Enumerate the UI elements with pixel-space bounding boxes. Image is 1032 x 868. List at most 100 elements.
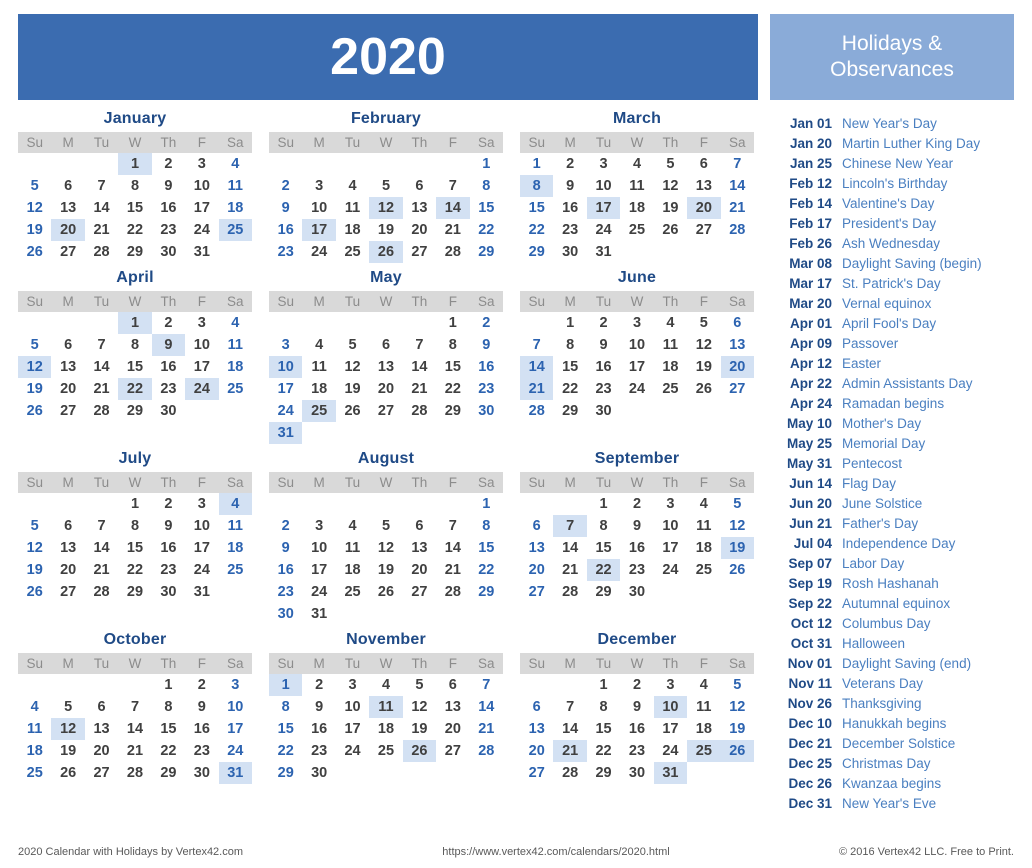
day-cell[interactable]: 21: [520, 378, 554, 400]
day-cell[interactable]: 13: [403, 197, 436, 219]
day-cell[interactable]: 7: [436, 515, 469, 537]
day-cell[interactable]: 4: [219, 153, 252, 175]
day-cell[interactable]: 27: [403, 241, 436, 263]
day-cell[interactable]: 9: [587, 334, 620, 356]
day-cell[interactable]: 20: [51, 559, 84, 581]
day-cell[interactable]: 5: [721, 493, 754, 515]
day-cell[interactable]: 8: [587, 696, 620, 718]
day-cell[interactable]: 31: [302, 603, 335, 625]
day-cell[interactable]: 30: [587, 400, 620, 422]
day-cell[interactable]: 24: [185, 378, 219, 400]
day-cell[interactable]: 12: [403, 696, 436, 718]
day-cell[interactable]: 23: [620, 740, 653, 762]
day-cell[interactable]: 16: [620, 537, 653, 559]
day-cell[interactable]: 4: [18, 696, 51, 718]
day-cell[interactable]: 7: [85, 175, 118, 197]
day-cell[interactable]: 18: [18, 740, 51, 762]
day-cell[interactable]: 25: [219, 378, 252, 400]
day-cell[interactable]: 24: [587, 219, 620, 241]
day-cell[interactable]: 28: [520, 400, 553, 422]
day-cell[interactable]: 7: [520, 334, 553, 356]
day-cell[interactable]: 9: [620, 696, 653, 718]
day-cell[interactable]: 10: [654, 515, 687, 537]
day-cell[interactable]: 11: [687, 515, 720, 537]
day-cell[interactable]: 21: [470, 718, 503, 740]
day-cell[interactable]: 3: [302, 175, 335, 197]
day-cell[interactable]: 1: [553, 312, 586, 334]
day-cell[interactable]: 5: [18, 175, 51, 197]
day-cell[interactable]: 27: [403, 581, 436, 603]
day-cell[interactable]: 3: [185, 493, 218, 515]
day-cell[interactable]: 7: [85, 515, 118, 537]
day-cell[interactable]: 31: [587, 241, 620, 263]
day-cell[interactable]: 16: [269, 559, 302, 581]
day-cell[interactable]: 28: [436, 241, 469, 263]
day-cell[interactable]: 15: [269, 718, 302, 740]
day-cell[interactable]: 27: [721, 378, 754, 400]
day-cell[interactable]: 26: [687, 378, 720, 400]
day-cell[interactable]: 1: [436, 312, 469, 334]
day-cell[interactable]: 10: [653, 696, 688, 718]
day-cell[interactable]: 19: [18, 559, 51, 581]
day-cell[interactable]: 31: [653, 762, 688, 784]
day-cell[interactable]: 16: [185, 718, 218, 740]
day-cell[interactable]: 24: [302, 241, 335, 263]
day-cell[interactable]: 5: [51, 696, 84, 718]
day-cell[interactable]: 29: [269, 762, 302, 784]
day-cell[interactable]: 13: [51, 197, 84, 219]
day-cell[interactable]: 16: [302, 718, 335, 740]
day-cell[interactable]: 20: [403, 219, 436, 241]
day-cell[interactable]: 24: [269, 400, 302, 422]
day-cell[interactable]: 2: [269, 175, 302, 197]
day-cell[interactable]: 22: [269, 740, 302, 762]
day-cell[interactable]: 22: [470, 219, 503, 241]
day-cell[interactable]: 1: [587, 674, 620, 696]
day-cell[interactable]: 10: [336, 696, 369, 718]
day-cell[interactable]: 15: [436, 356, 469, 378]
day-cell[interactable]: 13: [51, 537, 84, 559]
day-cell[interactable]: 31: [218, 762, 252, 784]
day-cell[interactable]: 9: [269, 537, 302, 559]
day-cell[interactable]: 27: [85, 762, 118, 784]
day-cell[interactable]: 11: [620, 175, 653, 197]
day-cell[interactable]: 29: [470, 581, 503, 603]
day-cell[interactable]: 23: [620, 559, 653, 581]
day-cell[interactable]: 2: [620, 674, 653, 696]
day-cell[interactable]: 29: [118, 400, 151, 422]
day-cell[interactable]: 22: [470, 559, 503, 581]
day-cell[interactable]: 16: [587, 356, 620, 378]
day-cell[interactable]: 9: [620, 515, 653, 537]
day-cell[interactable]: 26: [18, 581, 51, 603]
day-cell[interactable]: 15: [118, 197, 151, 219]
day-cell[interactable]: 8: [520, 175, 554, 197]
day-cell[interactable]: 28: [85, 241, 118, 263]
day-cell[interactable]: 4: [219, 312, 252, 334]
day-cell[interactable]: 31: [185, 581, 218, 603]
day-cell[interactable]: 18: [654, 356, 687, 378]
day-cell[interactable]: 13: [51, 356, 84, 378]
day-cell[interactable]: 27: [520, 581, 553, 603]
day-cell[interactable]: 23: [470, 378, 503, 400]
day-cell[interactable]: 13: [520, 537, 553, 559]
day-cell[interactable]: 8: [553, 334, 586, 356]
day-cell[interactable]: 20: [85, 740, 118, 762]
day-cell[interactable]: 20: [720, 356, 754, 378]
day-cell[interactable]: 5: [369, 515, 402, 537]
day-cell[interactable]: 22: [118, 219, 151, 241]
day-cell[interactable]: 12: [687, 334, 720, 356]
day-cell[interactable]: 1: [470, 493, 503, 515]
day-cell[interactable]: 16: [152, 356, 185, 378]
day-cell[interactable]: 19: [18, 219, 51, 241]
day-cell[interactable]: 1: [118, 493, 151, 515]
day-cell[interactable]: 2: [587, 312, 620, 334]
day-cell[interactable]: 27: [436, 740, 469, 762]
day-cell[interactable]: 7: [470, 674, 503, 696]
day-cell[interactable]: 22: [586, 559, 621, 581]
day-cell[interactable]: 8: [152, 696, 185, 718]
day-cell[interactable]: 16: [553, 197, 586, 219]
day-cell[interactable]: 20: [369, 378, 402, 400]
day-cell[interactable]: 1: [520, 153, 553, 175]
day-cell[interactable]: 19: [51, 740, 84, 762]
day-cell[interactable]: 19: [654, 197, 687, 219]
day-cell[interactable]: 13: [85, 718, 118, 740]
